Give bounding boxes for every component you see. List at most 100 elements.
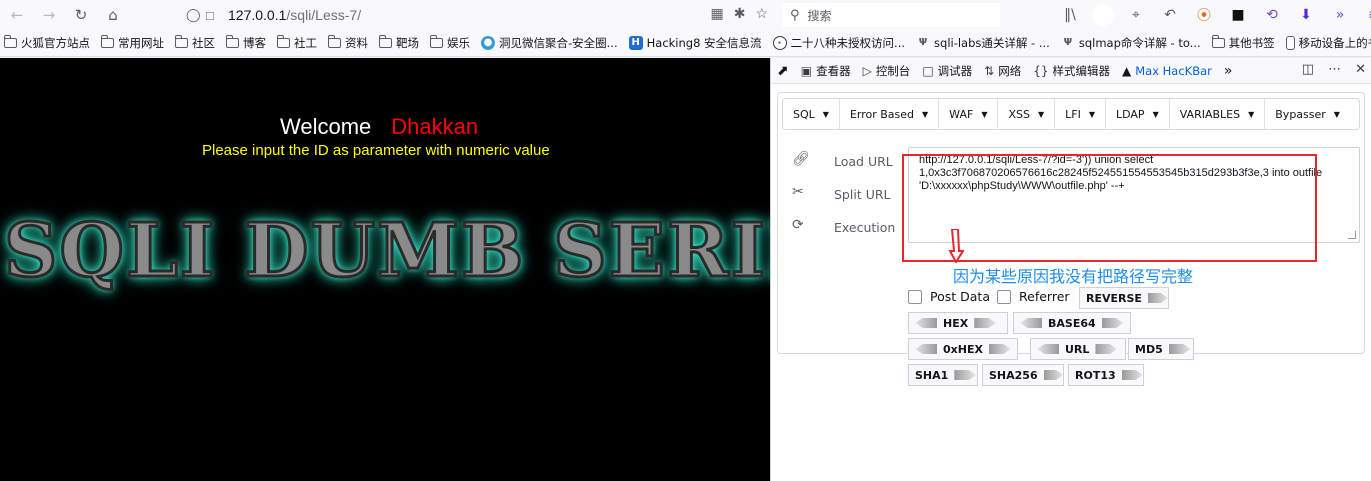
download-icon[interactable]: ⬇ — [1294, 7, 1318, 23]
menu-lfi[interactable]: LFI ▼ — [1055, 98, 1106, 130]
referrer-checkbox[interactable]: Referrer — [997, 289, 1070, 304]
menu-ldap[interactable]: LDAP ▼ — [1106, 98, 1170, 130]
bookmark-label: Hacking8 安全信息流 — [646, 36, 762, 50]
caret-down-icon: ▼ — [922, 109, 929, 119]
ghost-icon[interactable]: ■ — [1226, 7, 1250, 23]
bookmark-item[interactable]: 资料 — [328, 35, 368, 51]
hex-button[interactable]: HEX — [908, 312, 1008, 334]
back-icon[interactable]: ← — [2, 0, 32, 30]
close-icon[interactable]: ✕ — [1355, 62, 1366, 77]
forward-icon[interactable]: → — [34, 0, 64, 30]
reload-icon[interactable]: ↻ — [66, 0, 96, 30]
tab-inspector[interactable]: ▣ 查看器 — [801, 63, 851, 79]
caret-down-icon: ▼ — [1333, 109, 1340, 119]
tab-label: 网络 — [998, 63, 1022, 78]
bookmark-item[interactable]: 博客 — [226, 35, 266, 51]
bookmark-item[interactable]: ● 洞见微信聚合-安全圈... — [481, 35, 618, 51]
tab-debugger[interactable]: □ 调试器 — [922, 63, 972, 79]
address-bar[interactable]: ◯ □ 127.0.0.1/sqli/Less-7/ ▦ ✱ ☆ — [178, 3, 778, 27]
web-page: Welcome Dhakkan Please input the ID as pa… — [0, 58, 770, 481]
hackbar-panel: SQL ▼ Error Based ▼ WAF ▼ XSS ▼ LFI ▼ LDAP ▼ V… — [777, 92, 1365, 386]
arrow-right-icon — [974, 318, 997, 328]
scissors-icon[interactable]: ✂ — [792, 184, 810, 200]
library-icon[interactable]: ‖\ — [1058, 7, 1082, 23]
bookmark-item[interactable]: Ψsqli-labs通关详解 - ... — [916, 35, 1050, 51]
tab-hackbar[interactable]: ▲ Max HacKBar — [1122, 64, 1212, 78]
shield-icon[interactable]: ◯ — [186, 7, 206, 23]
bookmark-star-icon[interactable]: ☆ — [755, 5, 768, 22]
blocker-icon[interactable]: ⦿ — [1192, 5, 1216, 25]
link-icon[interactable]: 🔗︎ — [792, 151, 810, 167]
load-url-button[interactable]: Load URL — [834, 154, 895, 170]
crop-icon[interactable]: ⌖ — [1124, 7, 1148, 23]
sync-icon[interactable]: ⟲ — [1260, 7, 1284, 23]
devtools-panel: ⬈ ▣ 查看器 ▷ 控制台 □ 调试器 ⇅ 网络 {} 样式编辑器 ▲ Max HacKBa… — [770, 58, 1371, 481]
bookmark-label: sqlmap命令详解 - to... — [1078, 36, 1201, 50]
button-label: HEX — [943, 316, 969, 330]
reverse-button[interactable]: REVERSE — [1079, 287, 1169, 309]
undo-icon[interactable]: ↶ — [1158, 7, 1182, 23]
dock-icon[interactable]: ◫ — [1302, 62, 1314, 77]
bookmark-item[interactable]: 娱乐 — [430, 35, 470, 51]
menu-xss[interactable]: XSS ▼ — [998, 98, 1056, 130]
home-icon[interactable]: ⌂ — [98, 0, 128, 30]
tab-style-editor[interactable]: {} 样式编辑器 — [1033, 63, 1110, 79]
tab-console[interactable]: ▷ 控制台 — [863, 63, 911, 79]
bookmark-item[interactable]: 靶场 — [379, 35, 419, 51]
qr-code-icon[interactable]: ▦ — [710, 5, 723, 22]
bookmark-label: sqli-labs通关详解 - ... — [934, 36, 1050, 50]
menu-error-based[interactable]: Error Based ▼ — [840, 98, 940, 130]
bookmark-item[interactable]: 火狐官方站点 — [4, 35, 90, 51]
s-icon: Ψ — [1063, 37, 1073, 48]
url-encode-button[interactable]: URL — [1030, 338, 1126, 360]
account-icon[interactable] — [1092, 4, 1114, 26]
menu-variables[interactable]: VARIABLES ▼ — [1170, 98, 1266, 130]
rot13-button[interactable]: ROT13 — [1068, 364, 1144, 386]
checkbox-box[interactable] — [908, 289, 922, 304]
tab-network[interactable]: ⇅ 网络 — [984, 63, 1021, 79]
menu-sql[interactable]: SQL ▼ — [783, 98, 840, 130]
execute-button[interactable]: Execution — [834, 220, 895, 236]
bookmark-label: 娱乐 — [447, 36, 470, 50]
md5-button[interactable]: MD5 — [1128, 338, 1194, 360]
bookmark-item[interactable]: Ψsqlmap命令详解 - to... — [1061, 35, 1201, 51]
menu-bypasser[interactable]: Bypasser ▼ — [1265, 98, 1350, 130]
folder-icon — [1211, 35, 1225, 48]
element-picker-icon[interactable]: ⬈ — [777, 63, 789, 79]
button-label: SHA1 — [915, 368, 949, 382]
page-icon[interactable]: □ — [206, 8, 228, 23]
arrow-right-icon — [1095, 344, 1118, 354]
checkbox-box[interactable] — [997, 289, 1011, 304]
bookmark-item[interactable]: 社工 — [277, 35, 317, 51]
refresh-icon[interactable]: ⟳ — [792, 217, 810, 233]
post-data-checkbox[interactable]: Post Data — [908, 289, 990, 304]
more-tools-icon[interactable]: » — [1328, 7, 1352, 23]
resize-handle[interactable] — [1348, 231, 1356, 239]
caret-down-icon: ▼ — [1088, 109, 1095, 119]
bookmark-label: 移动设备上的书签 — [1298, 36, 1371, 50]
search-box[interactable]: ⚲ 搜索 — [782, 3, 1000, 27]
split-url-button[interactable]: Split URL — [834, 187, 895, 203]
sha256-button[interactable]: SHA256 — [982, 364, 1064, 386]
extension-icon[interactable]: ✱ — [734, 5, 746, 22]
arrow-right-icon — [1043, 370, 1063, 380]
bookmark-item[interactable]: 移动设备上的书签 — [1285, 35, 1371, 51]
bookmark-item[interactable]: · 二十八种未授权访问... — [772, 35, 905, 51]
menu-icon[interactable]: ≡ — [1362, 7, 1371, 23]
arrow-right-icon — [1101, 318, 1124, 328]
base64-button[interactable]: BASE64 — [1013, 312, 1131, 334]
more-options-icon[interactable]: ⋯ — [1328, 62, 1341, 77]
bookmark-item[interactable]: 其他书签 — [1211, 35, 1275, 51]
oxhex-button[interactable]: 0xHEX — [908, 338, 1018, 360]
caret-down-icon: ▼ — [1248, 109, 1255, 119]
menu-waf[interactable]: WAF ▼ — [939, 98, 999, 130]
bookmark-item[interactable]: H Hacking8 安全信息流 — [628, 35, 762, 51]
button-label: SHA256 — [989, 368, 1038, 382]
sha1-button[interactable]: SHA1 — [908, 364, 978, 386]
more-tabs-icon[interactable]: » — [1224, 63, 1233, 79]
bookmark-item[interactable]: 社区 — [175, 35, 215, 51]
button-label: MD5 — [1135, 342, 1163, 356]
bookmark-item[interactable]: 常用网址 — [101, 35, 164, 51]
folder-icon — [379, 35, 392, 48]
console-icon: ▷ — [862, 63, 872, 78]
